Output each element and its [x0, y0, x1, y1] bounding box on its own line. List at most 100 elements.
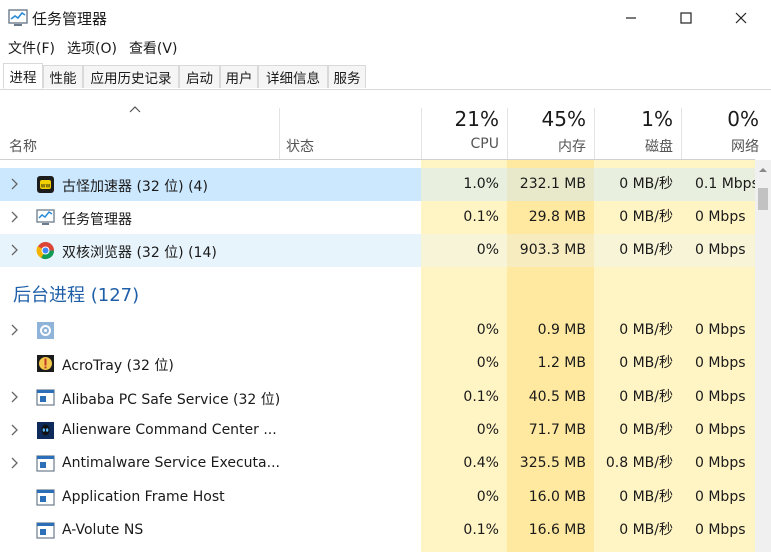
process-name-cell[interactable]: Application Frame Host: [0, 481, 421, 514]
process-name-cell[interactable]: Alibaba PC Safe Service (32 位): [0, 381, 421, 414]
process-row[interactable]: Application Frame Host 0% 16.0 MB 0 MB/秒 0 M…: [0, 481, 755, 514]
disk-value: 0 MB/秒: [619, 355, 673, 372]
chevron-right-icon[interactable]: [10, 178, 20, 190]
tab-processes[interactable]: 进程: [3, 63, 43, 89]
menu-options[interactable]: 选项(O): [63, 38, 121, 58]
window-title: 任务管理器: [32, 10, 108, 28]
scroll-up-icon[interactable]: [758, 165, 768, 175]
close-button[interactable]: [713, 0, 769, 36]
network-value: 0 Mbps: [695, 355, 746, 372]
column-name[interactable]: 名称: [9, 136, 37, 156]
cpu-value: 0.1%: [463, 388, 499, 405]
process-row[interactable]: Alibaba PC Safe Service (32 位) 0.1% 40.5 M…: [0, 381, 755, 414]
process-name-cell[interactable]: ww 古怪加速器 (32 位) (4): [0, 168, 421, 201]
process-name: Alibaba PC Safe Service (32 位): [62, 391, 281, 408]
cpu-value: 0.4%: [463, 455, 499, 472]
task-manager-icon: [8, 9, 28, 26]
disk-value: 0 MB/秒: [619, 322, 673, 338]
minimize-icon: [626, 17, 636, 19]
memory-value: 29.8 MB: [528, 209, 586, 225]
accelerator-app-icon: ww: [37, 176, 54, 193]
sort-up-icon[interactable]: [127, 104, 143, 114]
background-processes-heading[interactable]: 后台进程 (127): [13, 281, 139, 307]
process-row[interactable]: ww 古怪加速器 (32 位) (4) 1.0% 232.1 MB 0 MB/秒 0.1 …: [0, 168, 755, 201]
vertical-scrollbar[interactable]: [755, 160, 771, 552]
process-name-cell[interactable]: 任务管理器: [0, 201, 421, 234]
cpu-value: 0%: [476, 355, 499, 372]
chevron-right-icon[interactable]: [10, 211, 20, 223]
memory-percent[interactable]: 45%: [507, 107, 586, 131]
network-percent[interactable]: 0%: [681, 107, 759, 131]
cpu-value: 0%: [476, 421, 499, 438]
disk-percent[interactable]: 1%: [594, 107, 673, 131]
process-name-cell[interactable]: AcroTray (32 位): [0, 347, 421, 380]
divider: [279, 108, 280, 160]
acrotray-icon: [37, 355, 54, 373]
service-window-icon: [36, 488, 55, 506]
disk-value: 0 MB/秒: [594, 234, 681, 267]
column-status[interactable]: 状态: [286, 136, 314, 156]
process-list: ww 古怪加速器 (32 位) (4) 1.0% 232.1 MB 0 MB/秒 0.1 …: [0, 160, 755, 552]
process-row[interactable]: 0% 0.9 MB 0 MB/秒 0 Mbps: [0, 314, 755, 347]
column-network[interactable]: 网络: [681, 136, 759, 156]
disk-value: 0 MB/秒: [619, 521, 673, 538]
network-value: 0 Mbps: [695, 488, 746, 505]
process-row[interactable]: AcroTray (32 位) 0% 1.2 MB 0 MB/秒 0 Mbps: [0, 347, 755, 380]
network-value: 0 Mbps: [695, 421, 746, 438]
column-disk[interactable]: 磁盘: [594, 136, 673, 156]
chevron-right-icon[interactable]: [10, 424, 20, 436]
memory-value: 0.9 MB: [537, 322, 586, 338]
chevron-right-icon[interactable]: [10, 457, 20, 469]
disk-value: 0 MB/秒: [619, 388, 673, 405]
browser-icon: [36, 242, 55, 260]
process-name-cell[interactable]: [0, 314, 421, 347]
process-row[interactable]: Antimalware Service Executa... 0.4% 325.5 …: [0, 447, 755, 480]
process-row[interactable]: A-Volute NS 0.1% 16.6 MB 0 MB/秒 0 Mbps: [0, 514, 755, 547]
process-row[interactable]: 双核浏览器 (32 位) (14) 0% 903.3 MB 0 MB/秒 0 Mbps: [0, 234, 755, 267]
process-name: 古怪加速器 (32 位) (4): [62, 179, 208, 195]
column-memory[interactable]: 内存: [507, 136, 586, 156]
service-window-icon: [36, 455, 55, 472]
menu-bar: 文件(F) 选项(O) 查看(V): [0, 36, 771, 60]
menu-view[interactable]: 查看(V): [125, 38, 182, 58]
alienware-icon: [37, 421, 54, 439]
chevron-right-icon[interactable]: [10, 244, 20, 256]
process-row[interactable]: 任务管理器 0.1% 29.8 MB 0 MB/秒 0 Mbps: [0, 201, 755, 234]
tab-users[interactable]: 用户: [220, 65, 258, 88]
disk-value: 0 MB/秒: [619, 421, 673, 438]
network-value: 0 Mbps: [695, 388, 746, 405]
process-row[interactable]: Alienware Command Center ... 0% 71.7 MB 0 M…: [0, 414, 755, 447]
maximize-button[interactable]: [658, 0, 714, 36]
tab-services[interactable]: 服务: [328, 65, 366, 88]
minimize-button[interactable]: [603, 0, 659, 36]
memory-value: 71.7 MB: [528, 421, 586, 438]
tab-performance[interactable]: 性能: [43, 65, 83, 88]
memory-value: 325.5 MB: [519, 455, 586, 472]
memory-value: 232.1 MB: [507, 168, 594, 201]
process-name: Application Frame Host: [62, 488, 225, 505]
process-name: AcroTray (32 位): [62, 358, 174, 375]
network-value: 0 Mbps: [695, 209, 746, 225]
tab-details[interactable]: 详细信息: [258, 65, 328, 88]
column-cpu[interactable]: CPU: [421, 136, 499, 152]
process-name-cell[interactable]: Antimalware Service Executa...: [0, 447, 421, 480]
tab-app-history[interactable]: 应用历史记录: [83, 65, 179, 88]
scrollbar-thumb[interactable]: [758, 188, 768, 210]
cpu-value: 1.0%: [421, 168, 507, 201]
process-name-cell[interactable]: Alienware Command Center ...: [0, 414, 421, 447]
tab-startup[interactable]: 启动: [179, 65, 220, 88]
chevron-right-icon[interactable]: [10, 324, 20, 336]
memory-value: 1.2 MB: [537, 355, 586, 372]
service-window-icon: [36, 522, 55, 539]
disk-value: 0 MB/秒: [619, 209, 673, 225]
cpu-value: 0.1%: [463, 209, 499, 225]
cpu-percent[interactable]: 21%: [421, 107, 499, 131]
disk-value: 0.8 MB/秒: [605, 455, 673, 472]
process-name-cell[interactable]: A-Volute NS: [0, 514, 421, 547]
chevron-right-icon[interactable]: [10, 391, 20, 403]
menu-file[interactable]: 文件(F): [4, 38, 59, 58]
process-name-cell[interactable]: 双核浏览器 (32 位) (14): [0, 234, 421, 267]
network-value: 0.1 Mbps: [681, 168, 755, 201]
tab-strip: 进程 性能 应用历史记录 启动 用户 详细信息 服务: [0, 63, 771, 90]
process-name: Antimalware Service Executa...: [62, 455, 280, 472]
